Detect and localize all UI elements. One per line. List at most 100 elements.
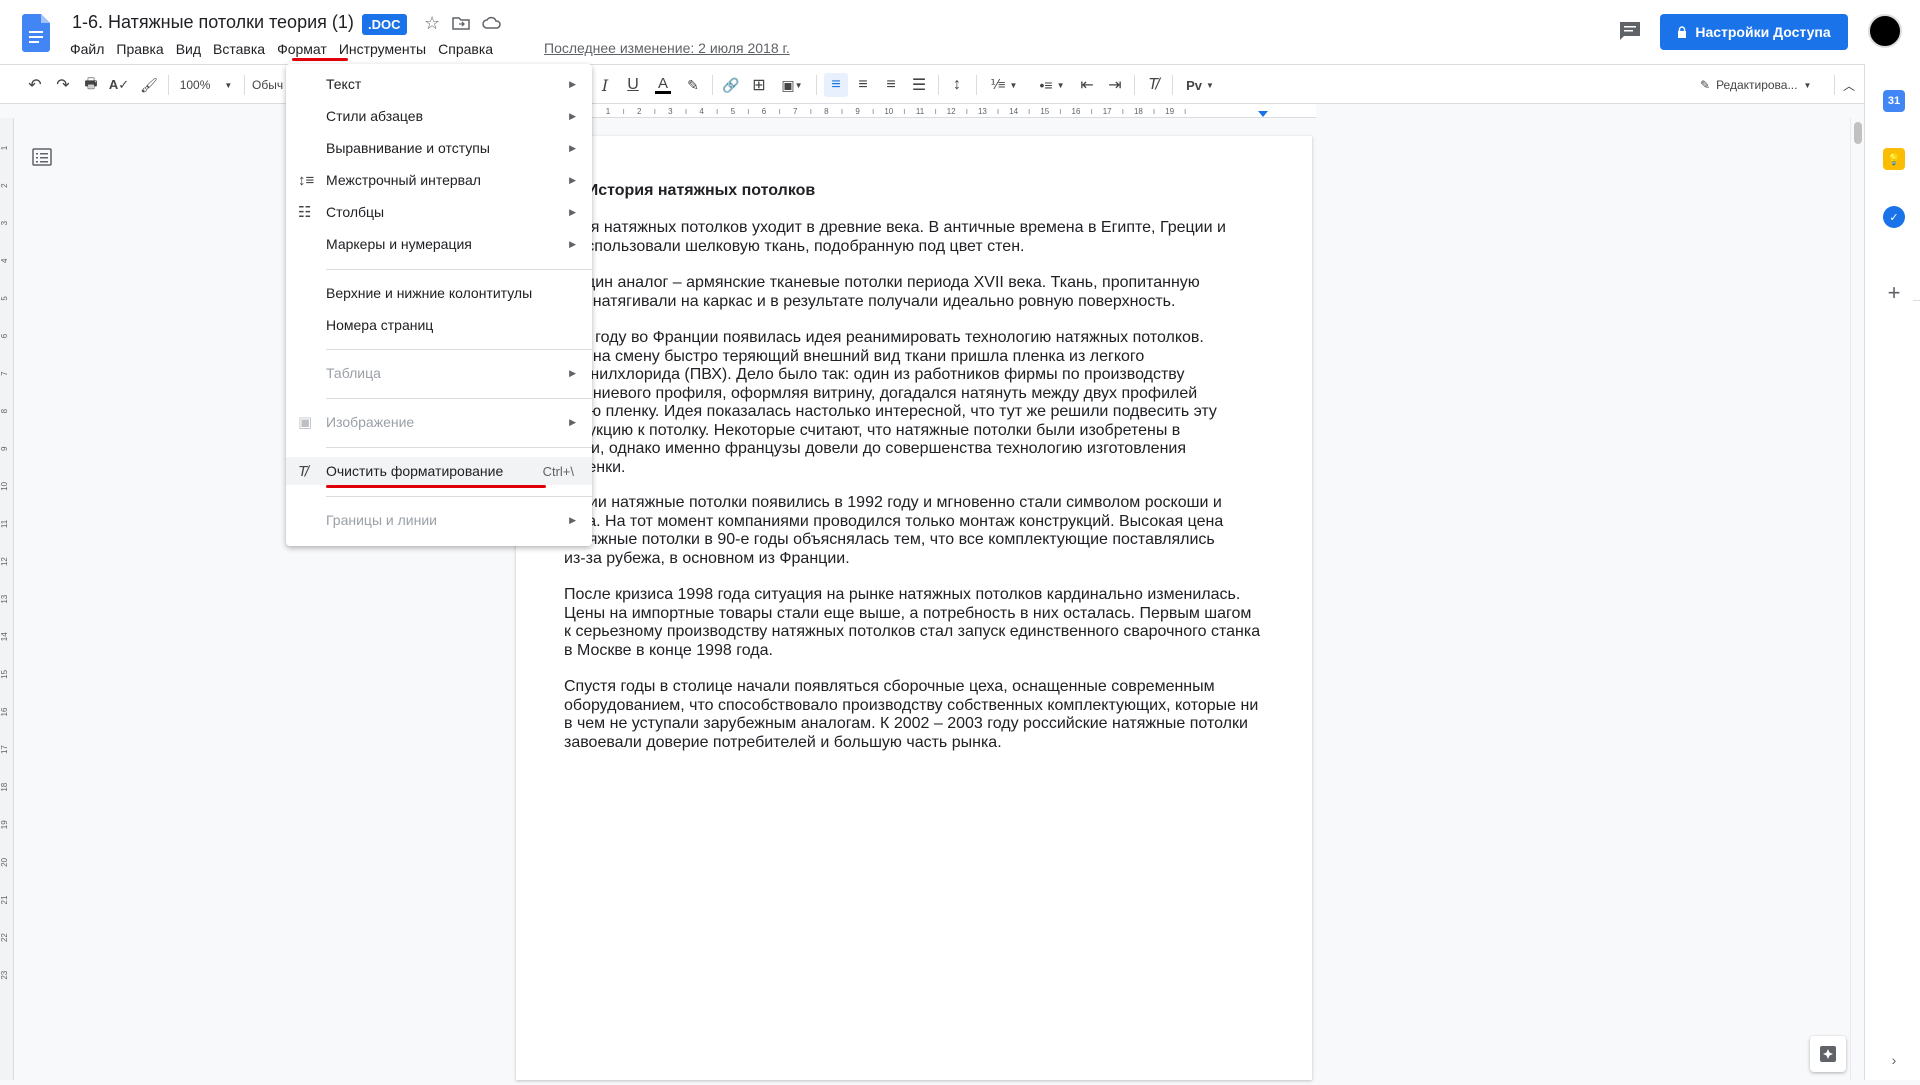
menu-item-image[interactable]: ▣ Изображение ▶ [286, 408, 592, 436]
menu-divider [326, 349, 592, 350]
submenu-arrow-icon: ▶ [569, 78, 576, 89]
vertical-scrollbar[interactable] [1850, 118, 1864, 1080]
document-heading[interactable]: 1. История натяжных потолков [560, 182, 815, 200]
submenu-arrow-icon: ▶ [569, 514, 576, 525]
format-menu-dropdown: Текст ▶ Стили абзацев ▶ Выравнивание и отс… [286, 64, 592, 546]
ruler-tick-label: 8 [824, 107, 829, 116]
paint-format-icon[interactable]: 🖌 [138, 73, 160, 97]
print-icon[interactable]: 🖶 [80, 73, 102, 97]
clear-formatting-icon[interactable]: T̸ [1142, 73, 1164, 97]
menu-item-align-indent[interactable]: Выравнивание и отступы ▶ [286, 134, 592, 162]
tasks-icon[interactable]: ✓ [1883, 206, 1905, 228]
ruler-tick-label: 2 [637, 107, 642, 116]
align-justify-icon[interactable]: ☰ [908, 73, 930, 97]
decrease-indent-icon[interactable]: ⇤ [1076, 73, 1098, 97]
document-outline-icon[interactable] [32, 148, 52, 166]
insert-image-icon[interactable]: ▣ ▼ [776, 73, 808, 97]
menu-item-columns[interactable]: ☷ Столбцы ▶ [286, 198, 592, 226]
menu-edit[interactable]: Правка [110, 39, 169, 59]
redo-icon[interactable]: ↷ [52, 73, 74, 97]
menu-format[interactable]: Формат [271, 39, 333, 59]
spellcheck-icon[interactable]: A✓ [108, 73, 130, 97]
calendar-icon[interactable]: 31 [1883, 90, 1905, 112]
menu-item-clear-formatting[interactable]: T̸ Очистить форматирование Ctrl+\ [286, 457, 592, 485]
right-indent-marker[interactable] [1258, 111, 1268, 117]
paragraph[interactable]: 967 году во Франции появилась идея реани… [564, 329, 1274, 477]
move-folder-icon[interactable] [452, 16, 470, 30]
menu-item-bullets-numbering[interactable]: Маркеры и нумерация ▶ [286, 230, 592, 258]
vruler-tick-label: 12 [0, 557, 9, 566]
menu-item-borders-lines[interactable]: Границы и линии ▶ [286, 506, 592, 534]
vertical-ruler[interactable]: 1 2 3 4 5 6 7 8 9 10 11 12 13 14 15 16 17 18 19 20 21 22 23 [0, 118, 14, 1080]
clear-formatting-icon: T̸ [298, 462, 308, 480]
zoom-select[interactable]: 100% ▼ [176, 73, 236, 97]
menu-item-page-numbers[interactable]: Номера страниц [286, 311, 592, 339]
horizontal-ruler[interactable]: 1 2 3 4 5 6 7 8 9 10 11 12 13 14 15 16 17 18 19 [516, 104, 1316, 118]
pencil-icon: ✎ [1700, 78, 1711, 92]
menu-item-label: Изображение [326, 414, 415, 430]
paragraph[interactable]: После кризиса 1998 года ситуация на рынк… [564, 586, 1274, 660]
ruler-tick-label: 19 [1165, 107, 1174, 116]
text-color-icon[interactable]: A [652, 73, 674, 97]
ruler-tick-label: 17 [1103, 107, 1112, 116]
line-spacing-icon[interactable]: ↕ [946, 73, 968, 97]
collapse-toolbar-icon[interactable]: ︿ [1840, 73, 1858, 97]
ruler-tick-label: 16 [1072, 107, 1081, 116]
menu-insert[interactable]: Вставка [207, 39, 271, 59]
keep-icon[interactable]: 💡 [1883, 148, 1905, 170]
increase-indent-icon[interactable]: ⇥ [1104, 73, 1126, 97]
ruler-tick-label: 12 [947, 107, 956, 116]
menu-item-label: Номера страниц [326, 317, 434, 333]
menu-tools[interactable]: Инструменты [333, 39, 432, 59]
cloud-saved-icon[interactable] [482, 16, 502, 30]
numbered-list-icon[interactable]: ⅟≡ ▼ [984, 73, 1024, 97]
docs-logo-icon[interactable] [22, 14, 50, 52]
align-left-icon[interactable]: ≡ [824, 73, 848, 97]
lock-icon [1678, 26, 1687, 38]
italic-icon[interactable]: I [596, 73, 614, 97]
add-icon[interactable]: + [1883, 280, 1905, 305]
clear-formatting-underline [326, 485, 546, 488]
vruler-tick-label: 10 [0, 481, 9, 490]
menu-item-text[interactable]: Текст ▶ [286, 70, 592, 98]
paragraph[interactable]: ория натяжных потолков уходит в древние … [564, 219, 1274, 256]
menu-item-headers-footers[interactable]: Верхние и нижние колонтитулы [286, 279, 592, 307]
style-select[interactable]: Обыч [252, 73, 286, 97]
submenu-arrow-icon: ▶ [569, 238, 576, 249]
menu-item-label: Стили абзацев [326, 108, 424, 124]
scroll-thumb[interactable] [1854, 122, 1862, 144]
format-menu-underline [292, 58, 348, 61]
menu-view[interactable]: Вид [170, 39, 207, 59]
menu-item-paragraph-styles[interactable]: Стили абзацев ▶ [286, 102, 592, 130]
menu-item-line-spacing[interactable]: ↕≡ Межстрочный интервал ▶ [286, 166, 592, 194]
submenu-arrow-icon: ▶ [569, 206, 576, 217]
star-icon[interactable]: ☆ [424, 13, 440, 34]
align-center-icon[interactable]: ≡ [852, 73, 874, 97]
menu-file[interactable]: Файл [64, 39, 110, 59]
align-right-icon[interactable]: ≡ [880, 73, 902, 97]
paragraph[interactable]: е один аналог – армянские тканевые потол… [564, 274, 1274, 311]
insert-link-icon[interactable]: 🔗 [720, 73, 742, 97]
undo-icon[interactable]: ↶ [24, 73, 46, 97]
paragraph[interactable]: оссии натяжные потолки появились в 1992 … [564, 494, 1274, 568]
paragraph[interactable]: Спустя годы в столице начали появляться … [564, 678, 1274, 752]
submenu-arrow-icon: ▶ [569, 367, 576, 378]
highlight-color-icon[interactable]: ✎ [682, 73, 704, 97]
bulleted-list-icon[interactable]: •≡ ▼ [1032, 73, 1072, 97]
share-button[interactable]: Настройки Доступа [1660, 14, 1848, 50]
app-header: 1-6. Натяжные потолки теория (1) .DOC ☆ … [0, 0, 1920, 64]
document-page[interactable]: 1. История натяжных потолков ория натяжн… [516, 136, 1312, 1080]
explore-button[interactable] [1810, 1036, 1846, 1072]
underline-icon[interactable]: U [624, 73, 642, 97]
ruler-tick-label: 1 [606, 107, 611, 116]
editing-mode-select[interactable]: ✎ Редактирова... ▼ [1700, 73, 1830, 97]
input-tools-icon[interactable]: Pv ▼ [1180, 73, 1220, 97]
document-title[interactable]: 1-6. Натяжные потолки теория (1) [72, 12, 354, 33]
avatar[interactable] [1868, 14, 1902, 48]
menu-help[interactable]: Справка [432, 39, 499, 59]
menu-item-table[interactable]: Таблица ▶ [286, 359, 592, 387]
insert-comment-icon[interactable]: ⊞ [748, 73, 770, 97]
last-edit-link[interactable]: Последнее изменение: 2 июля 2018 г. [544, 40, 790, 56]
expand-panel-icon[interactable]: › [1883, 1049, 1905, 1071]
comment-history-icon[interactable] [1618, 20, 1642, 42]
